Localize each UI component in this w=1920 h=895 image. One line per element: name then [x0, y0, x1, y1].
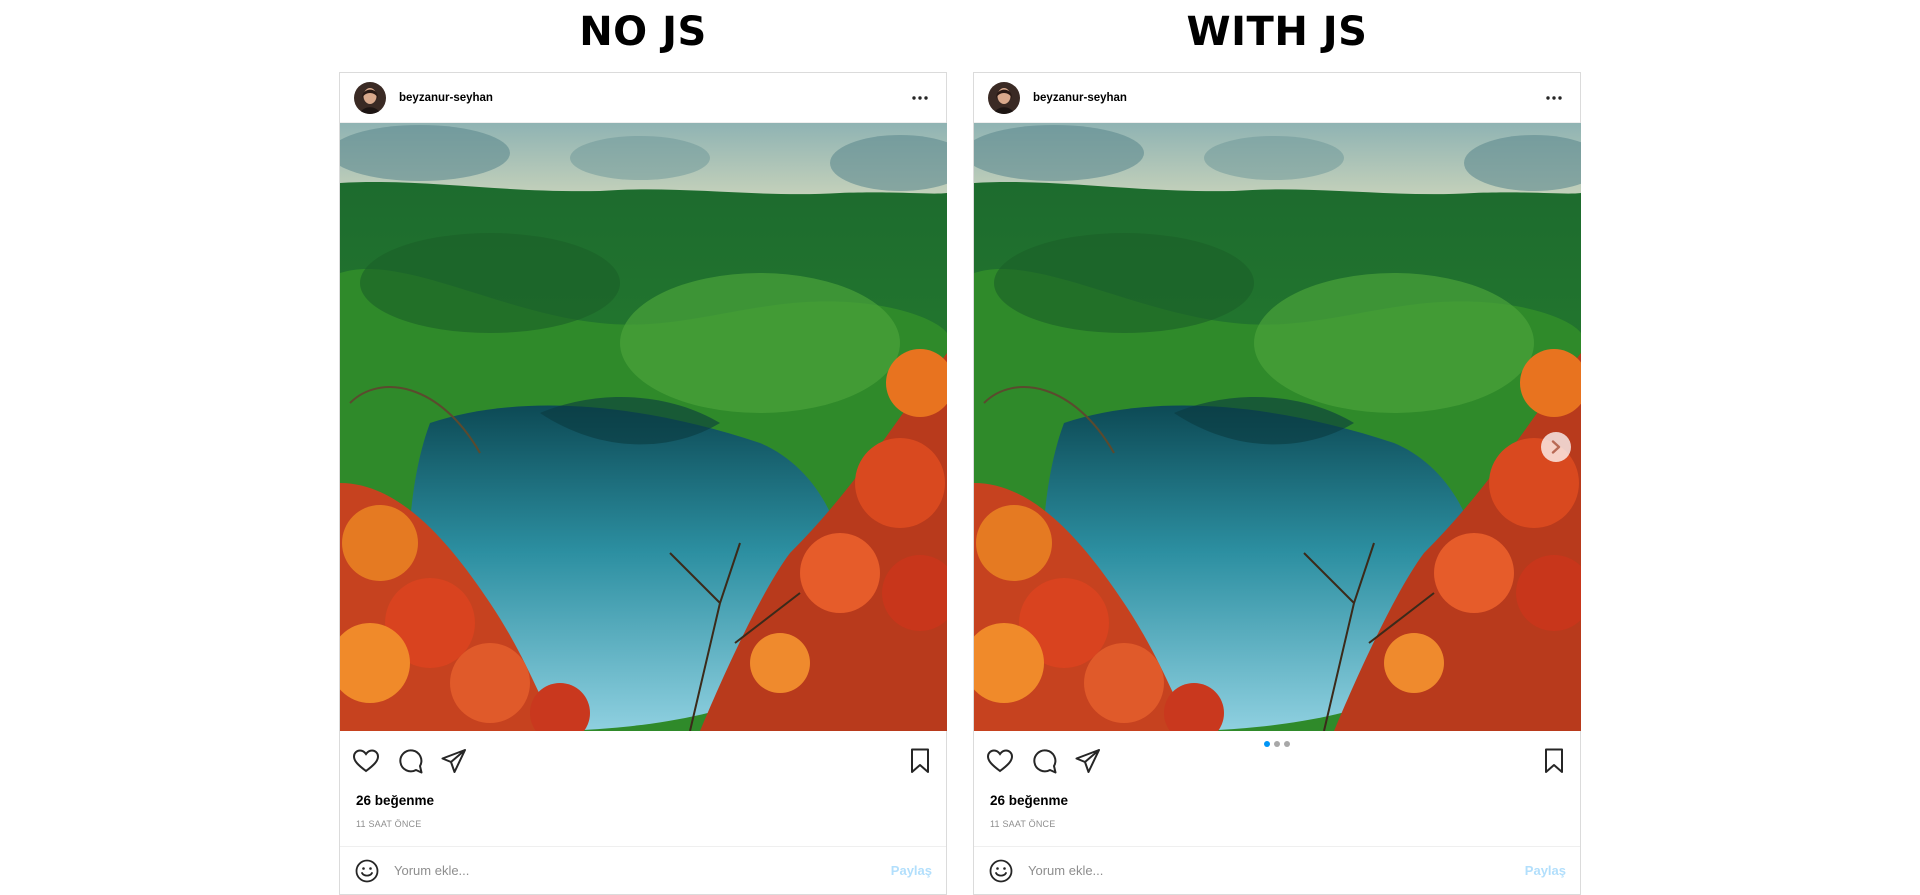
share-icon[interactable]	[440, 747, 468, 775]
post-header: beyzanur-seyhan	[974, 73, 1580, 123]
post-image-carousel	[974, 123, 1581, 731]
comment-form: Paylaş	[974, 846, 1580, 894]
bookmark-icon[interactable]	[1540, 747, 1568, 775]
more-icon[interactable]	[908, 86, 932, 110]
comment-icon[interactable]	[396, 747, 424, 775]
post-actions	[340, 731, 946, 791]
comment-form: Paylaş	[340, 846, 946, 894]
likes-count[interactable]: 26 beğenme	[340, 791, 946, 811]
post-comment-button[interactable]: Paylaş	[891, 863, 932, 878]
column-heading: NO JS	[579, 9, 707, 55]
avatar[interactable]	[354, 81, 386, 114]
post-header: beyzanur-seyhan	[340, 73, 946, 123]
emoji-icon[interactable]	[988, 858, 1014, 884]
username[interactable]: beyzanur-seyhan	[1033, 92, 1542, 104]
carousel-next-button[interactable]	[1541, 432, 1571, 462]
comment-input[interactable]	[1028, 863, 1525, 878]
column-heading: WITH JS	[1186, 9, 1368, 55]
post-time: 11 SAAT ÖNCE	[356, 819, 422, 829]
carousel-indicator	[1264, 741, 1290, 747]
avatar[interactable]	[988, 81, 1020, 114]
post-time: 11 SAAT ÖNCE	[990, 819, 1056, 829]
username[interactable]: beyzanur-seyhan	[399, 92, 908, 104]
more-icon[interactable]	[1542, 86, 1566, 110]
post-actions	[974, 731, 1580, 791]
post-comment-button[interactable]: Paylaş	[1525, 863, 1566, 878]
carousel-dot	[1274, 741, 1280, 747]
carousel-dot	[1284, 741, 1290, 747]
post-image	[340, 123, 947, 731]
with-js-column: WITH JS beyzanur-seyhan 26 beğenme 11 SA…	[973, 0, 1581, 895]
chevron-right-icon	[1551, 440, 1561, 454]
likes-count[interactable]: 26 beğenme	[974, 791, 1580, 811]
heart-icon[interactable]	[986, 747, 1014, 775]
no-js-column: NO JS beyzanur-seyhan 26 beğenme 11 SAAT…	[339, 0, 947, 895]
comment-icon[interactable]	[1030, 747, 1058, 775]
heart-icon[interactable]	[352, 747, 380, 775]
share-icon[interactable]	[1074, 747, 1102, 775]
post-card: beyzanur-seyhan 26 beğenme 11 SAAT ÖNCE …	[339, 72, 947, 895]
post-card: beyzanur-seyhan 26 beğenme 11 SAAT ÖNCE …	[973, 72, 1581, 895]
carousel-dot	[1264, 741, 1270, 747]
bookmark-icon[interactable]	[906, 747, 934, 775]
comment-input[interactable]	[394, 863, 891, 878]
emoji-icon[interactable]	[354, 858, 380, 884]
